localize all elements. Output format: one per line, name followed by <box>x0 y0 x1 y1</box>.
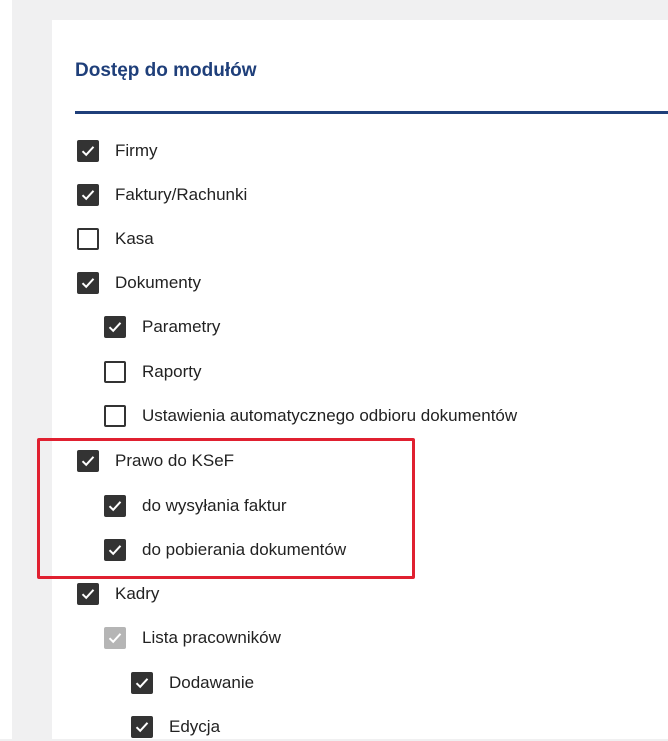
module-row-raporty[interactable]: Raporty <box>104 358 202 386</box>
module-row-kadry[interactable]: Kadry <box>77 580 159 608</box>
module-row-dokumenty[interactable]: Dokumenty <box>77 269 201 297</box>
checkbox-kadry[interactable] <box>77 583 99 605</box>
module-label: Dodawanie <box>169 673 255 692</box>
checkbox-lista-pracownikow <box>104 627 126 649</box>
module-row-parametry[interactable]: Parametry <box>104 313 220 341</box>
module-label: Kadry <box>115 584 160 603</box>
module-label: Ustawienia automatycznego odbioru dokume… <box>142 406 518 425</box>
module-row-lista-pracownikow: Lista pracowników <box>104 624 281 652</box>
checkbox-dokumenty[interactable] <box>77 272 99 294</box>
highlight-box <box>37 438 415 579</box>
module-label: Edycja <box>169 717 221 736</box>
left-edge-strip <box>0 0 12 739</box>
module-label: Firmy <box>115 141 158 160</box>
checkbox-dodawanie[interactable] <box>131 672 153 694</box>
checkmark-icon <box>81 589 95 600</box>
checkbox-raporty[interactable] <box>104 361 126 383</box>
checkmark-icon <box>81 146 95 157</box>
checkbox-ustawienia-odbioru[interactable] <box>104 405 126 427</box>
checkmark-icon <box>135 722 149 733</box>
module-row-ustawienia-odbioru[interactable]: Ustawienia automatycznego odbioru dokume… <box>104 402 517 430</box>
module-row-kasa[interactable]: Kasa <box>77 225 154 253</box>
module-label: Lista pracowników <box>142 628 281 647</box>
checkmark-icon <box>108 322 122 333</box>
checkbox-edycja[interactable] <box>131 716 153 738</box>
checkmark-icon <box>108 633 122 644</box>
module-label: Parametry <box>142 317 221 336</box>
checkbox-firmy[interactable] <box>77 140 99 162</box>
checkmark-icon <box>81 278 95 289</box>
module-label: Faktury/Rachunki <box>115 185 248 204</box>
module-row-dodawanie[interactable]: Dodawanie <box>131 669 254 697</box>
section-title-underline <box>75 111 668 114</box>
checkbox-kasa[interactable] <box>77 228 99 250</box>
module-row-firmy[interactable]: Firmy <box>77 137 157 165</box>
module-row-edycja[interactable]: Edycja <box>131 713 220 741</box>
module-label: Dokumenty <box>115 273 201 292</box>
module-label: Raporty <box>142 362 202 381</box>
checkbox-parametry[interactable] <box>104 316 126 338</box>
checkmark-icon <box>81 190 95 201</box>
checkmark-icon <box>135 678 149 689</box>
module-label: Kasa <box>115 229 154 248</box>
module-row-faktury[interactable]: Faktury/Rachunki <box>77 181 247 209</box>
section-title: Dostęp do modułów <box>75 60 257 81</box>
checkbox-faktury[interactable] <box>77 184 99 206</box>
